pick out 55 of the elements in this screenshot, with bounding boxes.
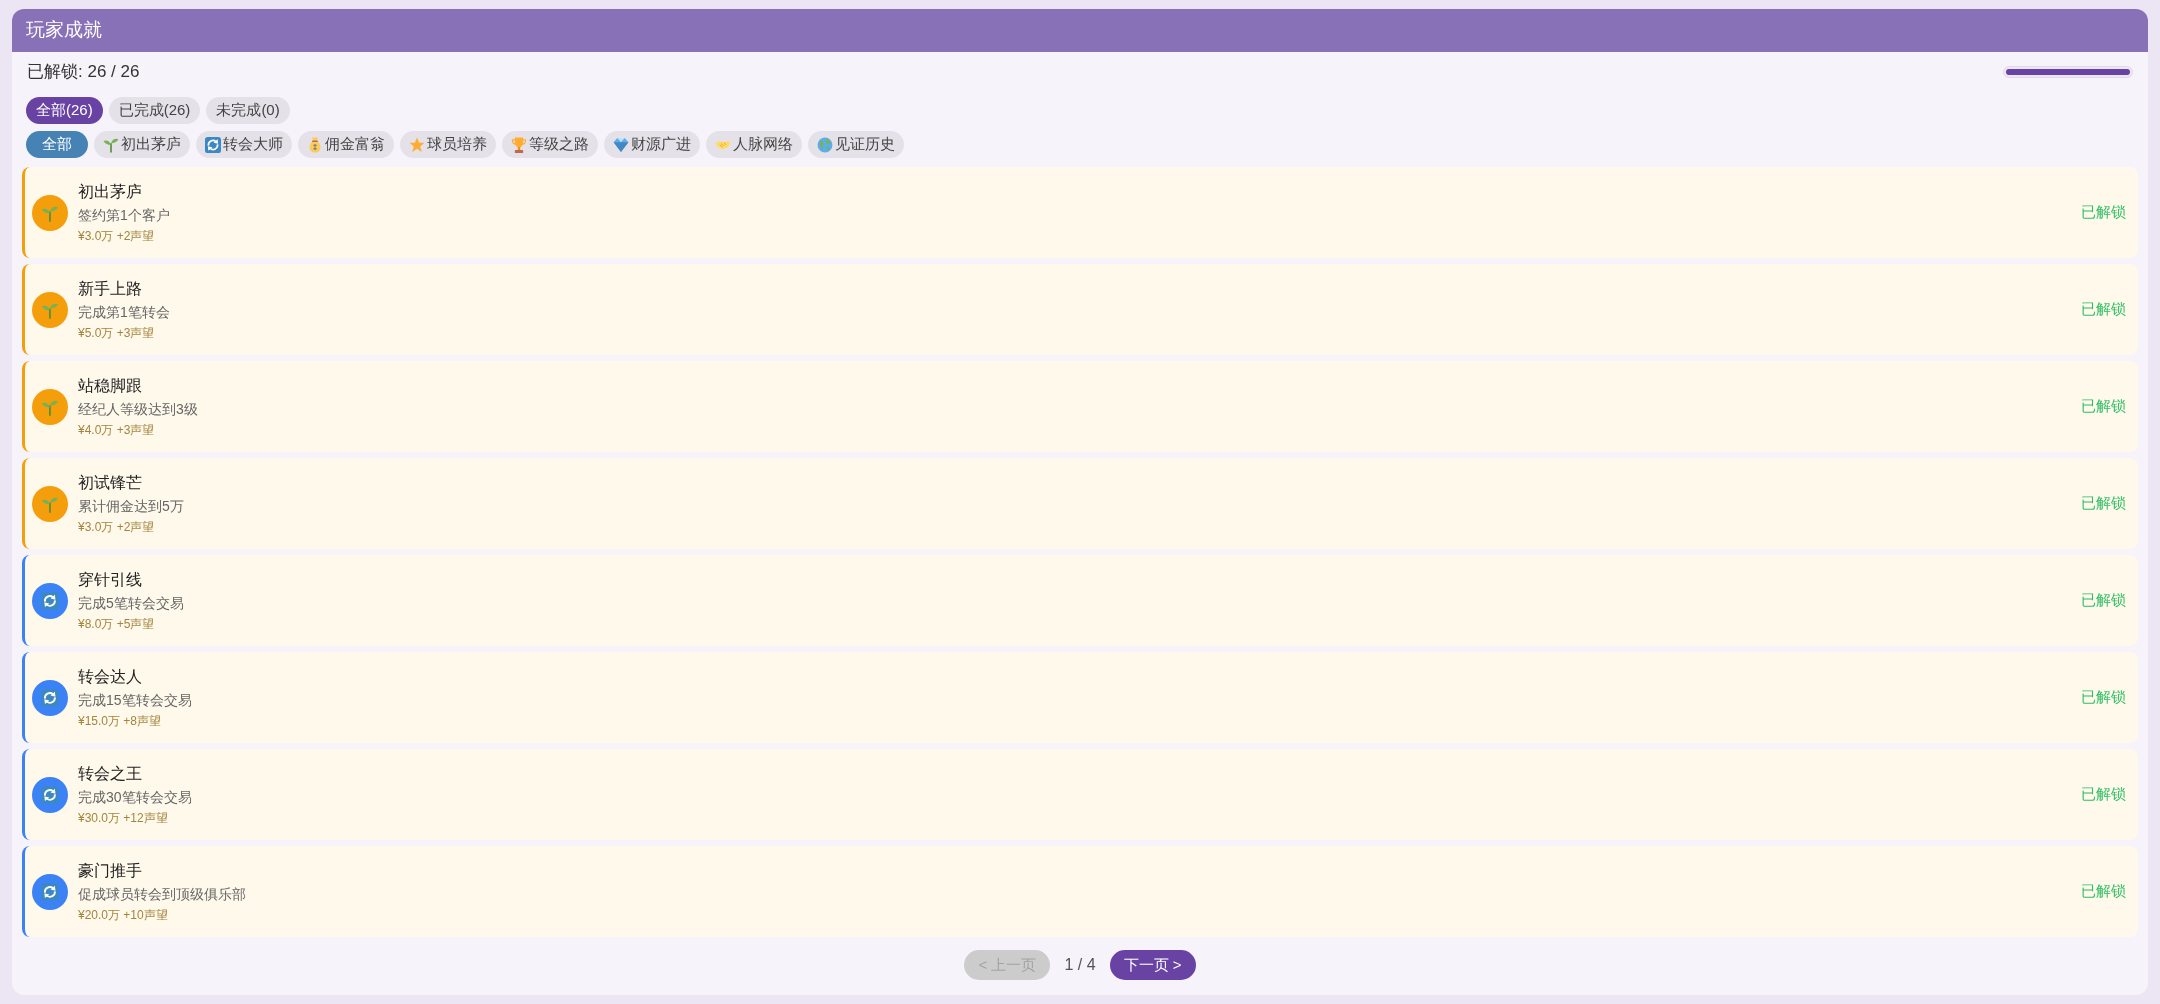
achievement-status: 已解锁 <box>2081 784 2126 805</box>
achievement-description: 完成5笔转会交易 <box>78 593 185 613</box>
achievement-status: 已解锁 <box>2081 687 2126 708</box>
unlocked-count: 已解锁: 26 / 26 <box>27 61 140 84</box>
achievement-description: 完成15笔转会交易 <box>78 690 193 710</box>
achievement-title: 穿针引线 <box>78 569 143 590</box>
globe-icon <box>817 136 833 153</box>
achievement-reward: ¥4.0万 +3声望 <box>78 421 156 439</box>
achievement-description: 促成球员转会到顶级俱乐部 <box>78 884 247 904</box>
achievement-status: 已解锁 <box>2081 881 2126 902</box>
star-icon <box>409 136 425 153</box>
page-indicator: 1 / 4 <box>1064 955 1096 975</box>
achievement-reward: ¥20.0万 +10声望 <box>78 906 169 924</box>
money-bag-icon <box>307 136 323 153</box>
achievement-status: 已解锁 <box>2081 396 2126 417</box>
achievement-title: 转会之王 <box>78 763 143 784</box>
filter-tab[interactable]: 全部(26) <box>26 97 103 124</box>
category-chip[interactable]: 等级之路 <box>502 131 598 158</box>
category-chip[interactable]: 财源广进 <box>604 131 700 158</box>
trophy-icon <box>511 136 527 153</box>
achievement-reward: ¥5.0万 +3声望 <box>78 324 156 342</box>
achievement-title: 新手上路 <box>78 278 143 299</box>
achievement-title: 初试锋芒 <box>78 472 143 493</box>
category-chip[interactable]: 见证历史 <box>808 131 904 158</box>
achievement-title: 豪门推手 <box>78 860 143 881</box>
achievement-reward: ¥3.0万 +2声望 <box>78 227 156 245</box>
achievement-status: 已解锁 <box>2081 202 2126 223</box>
achievement-status: 已解锁 <box>2081 299 2126 320</box>
category-chip[interactable]: 全部 <box>26 131 88 158</box>
category-chip[interactable]: 球员培养 <box>400 131 496 158</box>
panel-title: 玩家成就 <box>26 18 102 43</box>
category-chip[interactable]: 佣金富翁 <box>298 131 394 158</box>
refresh-icon <box>205 136 221 153</box>
achievement-reward: ¥3.0万 +2声望 <box>78 518 156 536</box>
achievement-status: 已解锁 <box>2081 590 2126 611</box>
achievement-title: 初出茅庐 <box>78 181 143 202</box>
achievement-status: 已解锁 <box>2081 493 2126 514</box>
achievement-description: 经纪人等级达到3级 <box>78 399 199 419</box>
filter-tab[interactable]: 已完成(26) <box>108 97 201 124</box>
category-chip[interactable]: 人脉网络 <box>706 131 802 158</box>
achievement-reward: ¥30.0万 +12声望 <box>78 809 169 827</box>
achievement-description: 完成第1笔转会 <box>78 302 171 322</box>
achievement-reward: ¥15.0万 +8声望 <box>78 712 163 730</box>
filter-tab[interactable]: 未完成(0) <box>206 97 290 124</box>
sprout-icon <box>103 136 119 153</box>
gem-icon <box>613 136 629 153</box>
achievement-title: 转会达人 <box>78 666 143 687</box>
category-chip[interactable]: 初出茅庐 <box>94 131 190 158</box>
category-chip[interactable]: 转会大师 <box>196 131 292 158</box>
achievement-description: 完成30笔转会交易 <box>78 787 193 807</box>
next-page-button[interactable]: 下一页 > <box>1109 950 1196 980</box>
achievement-reward: ¥8.0万 +5声望 <box>78 615 156 633</box>
achievement-description: 签约第1个客户 <box>78 205 171 225</box>
achievement-title: 站稳脚跟 <box>78 375 143 396</box>
achievement-description: 累计佣金达到5万 <box>78 496 185 516</box>
